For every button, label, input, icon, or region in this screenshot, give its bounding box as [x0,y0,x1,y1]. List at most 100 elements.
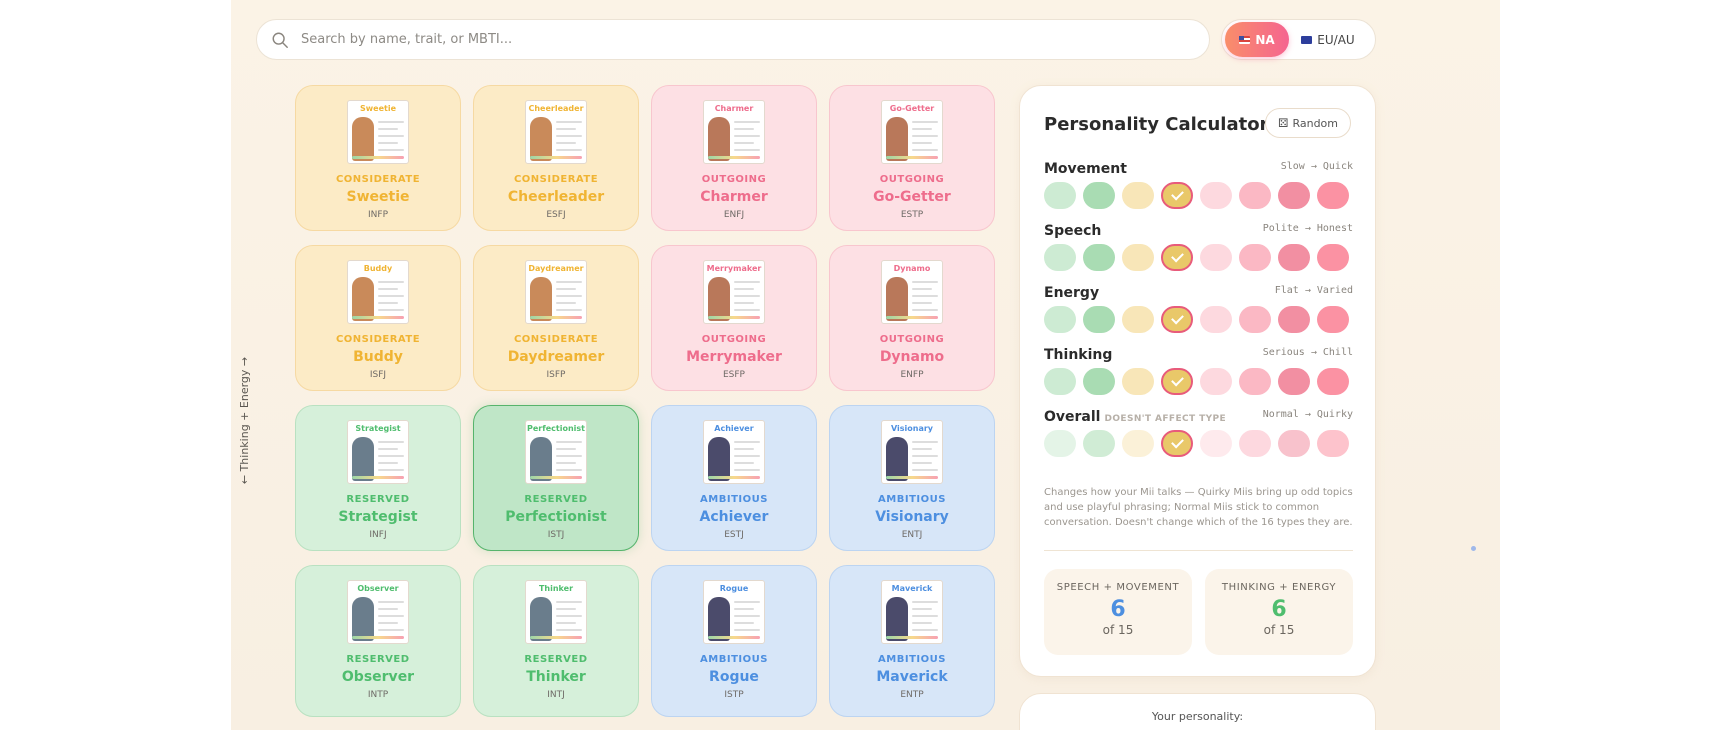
card-image-bar [886,316,938,319]
slider-dot[interactable] [1122,430,1154,457]
slider-dot[interactable] [1083,368,1115,395]
slider-dot[interactable] [1278,368,1310,395]
character-figure [352,597,374,641]
slider-dot[interactable] [1317,368,1349,395]
card-image-line [912,288,932,290]
slider-dot[interactable] [1044,306,1076,333]
slider-dot[interactable] [1239,368,1271,395]
slider-dot[interactable] [1317,244,1349,271]
mbti-type: ESFJ [546,210,566,220]
slider-dot-selected[interactable] [1161,306,1193,333]
card-image-bar [886,476,938,479]
slider-label: Thinking [1044,347,1113,363]
card-image-line [378,608,398,610]
slider-dot[interactable] [1278,430,1310,457]
slider-dot[interactable] [1044,182,1076,209]
card-image-title: Buddy [363,264,393,273]
personality-card[interactable]: Maverick AMBITIOUS Maverick ENTP [829,565,995,717]
personality-card[interactable]: Achiever AMBITIOUS Achiever ESTJ [651,405,817,551]
slider-dot[interactable] [1239,306,1271,333]
slider-dot[interactable] [1200,430,1232,457]
personality-card[interactable]: Sweetie CONSIDERATE Sweetie INFP [295,85,461,231]
personality-category: AMBITIOUS [700,494,768,505]
slider-dot[interactable] [1317,430,1349,457]
personality-card[interactable]: Buddy CONSIDERATE Buddy ISFJ [295,245,461,391]
slider-dot[interactable] [1044,430,1076,457]
personality-category: AMBITIOUS [878,494,946,505]
personality-card[interactable]: Strategist RESERVED Strategist INFJ [295,405,461,551]
slider-dot[interactable] [1239,182,1271,209]
personality-card[interactable]: Merrymaker OUTGOING Merrymaker ESFP [651,245,817,391]
character-figure [708,277,730,321]
slider-dot[interactable] [1200,306,1232,333]
slider-dot[interactable] [1122,306,1154,333]
personality-card[interactable]: Visionary AMBITIOUS Visionary ENTJ [829,405,995,551]
search-bar[interactable] [256,19,1210,60]
card-image-line [912,615,938,617]
slider-dot-selected[interactable] [1161,182,1193,209]
mbti-type: ESTP [900,210,924,220]
card-image-line [378,295,404,297]
slider-dot[interactable] [1122,182,1154,209]
mbti-type: ENTP [900,690,924,700]
mbti-type: ISFP [546,370,566,380]
slider-dot[interactable] [1239,244,1271,271]
region-eu-au-button[interactable]: EU/AU [1289,22,1367,57]
personality-card[interactable]: Go-Getter OUTGOING Go-Getter ESTP [829,85,995,231]
slider-dot[interactable] [1278,182,1310,209]
slider-dot[interactable] [1122,368,1154,395]
slider-dot[interactable] [1083,244,1115,271]
card-image-line [912,295,938,297]
mbti-type: INTP [367,690,389,700]
personality-card[interactable]: Charmer OUTGOING Charmer ENFJ [651,85,817,231]
personality-card[interactable]: Dynamo OUTGOING Dynamo ENFP [829,245,995,391]
random-button-label: Random [1292,116,1338,130]
personality-name: Dynamo [879,349,945,365]
slider-dot[interactable] [1044,368,1076,395]
card-image-line [734,149,760,151]
slider-dot[interactable] [1317,182,1349,209]
slider-movement: Movement Slow → Quick [1044,158,1353,209]
personality-card[interactable]: Daydreamer CONSIDERATE Daydreamer ISFP [473,245,639,391]
card-image-line [378,441,404,443]
personality-category: RESERVED [346,654,410,665]
slider-dot-selected[interactable] [1161,430,1193,457]
character-figure [708,437,730,481]
personality-card[interactable]: Perfectionist RESERVED Perfectionist ISTJ [473,405,639,551]
card-image-line [556,601,582,603]
personality-card[interactable]: Observer RESERVED Observer INTP [295,565,461,717]
slider-dot[interactable] [1083,306,1115,333]
card-image-title: Daydreamer [528,264,584,273]
slider-dot[interactable] [1200,368,1232,395]
personality-card[interactable]: Cheerleader CONSIDERATE Cheerleader ESFJ [473,85,639,231]
card-image-line [734,601,760,603]
card-image-line [556,469,582,471]
slider-dot[interactable] [1044,244,1076,271]
mbti-type: ISTP [724,690,744,700]
slider-range: Slow → Quick [1280,161,1353,172]
slider-dot[interactable] [1083,430,1115,457]
slider-dot[interactable] [1200,182,1232,209]
slider-dot-selected[interactable] [1161,368,1193,395]
personality-card[interactable]: Thinker RESERVED Thinker INTJ [473,565,639,717]
slider-dot[interactable] [1278,244,1310,271]
personality-category: CONSIDERATE [335,334,421,345]
search-input[interactable] [301,32,1151,47]
slider-dot-selected[interactable] [1161,244,1193,271]
random-button[interactable]: ⚄ Random [1265,108,1351,138]
mbti-type: ESTJ [724,530,744,540]
card-image-bar [886,156,938,159]
personality-category: CONSIDERATE [335,174,421,185]
slider-dot[interactable] [1200,244,1232,271]
personality-card[interactable]: Rogue AMBITIOUS Rogue ISTP [651,565,817,717]
region-na-button[interactable]: NA [1225,22,1289,57]
personality-card-image: Dynamo [881,260,943,324]
mbti-type: INFJ [369,530,387,540]
slider-dot[interactable] [1317,306,1349,333]
slider-dot[interactable] [1122,244,1154,271]
character-figure [530,277,552,321]
slider-dot[interactable] [1278,306,1310,333]
slider-dot[interactable] [1239,430,1271,457]
card-image-line [912,629,938,631]
slider-dot[interactable] [1083,182,1115,209]
